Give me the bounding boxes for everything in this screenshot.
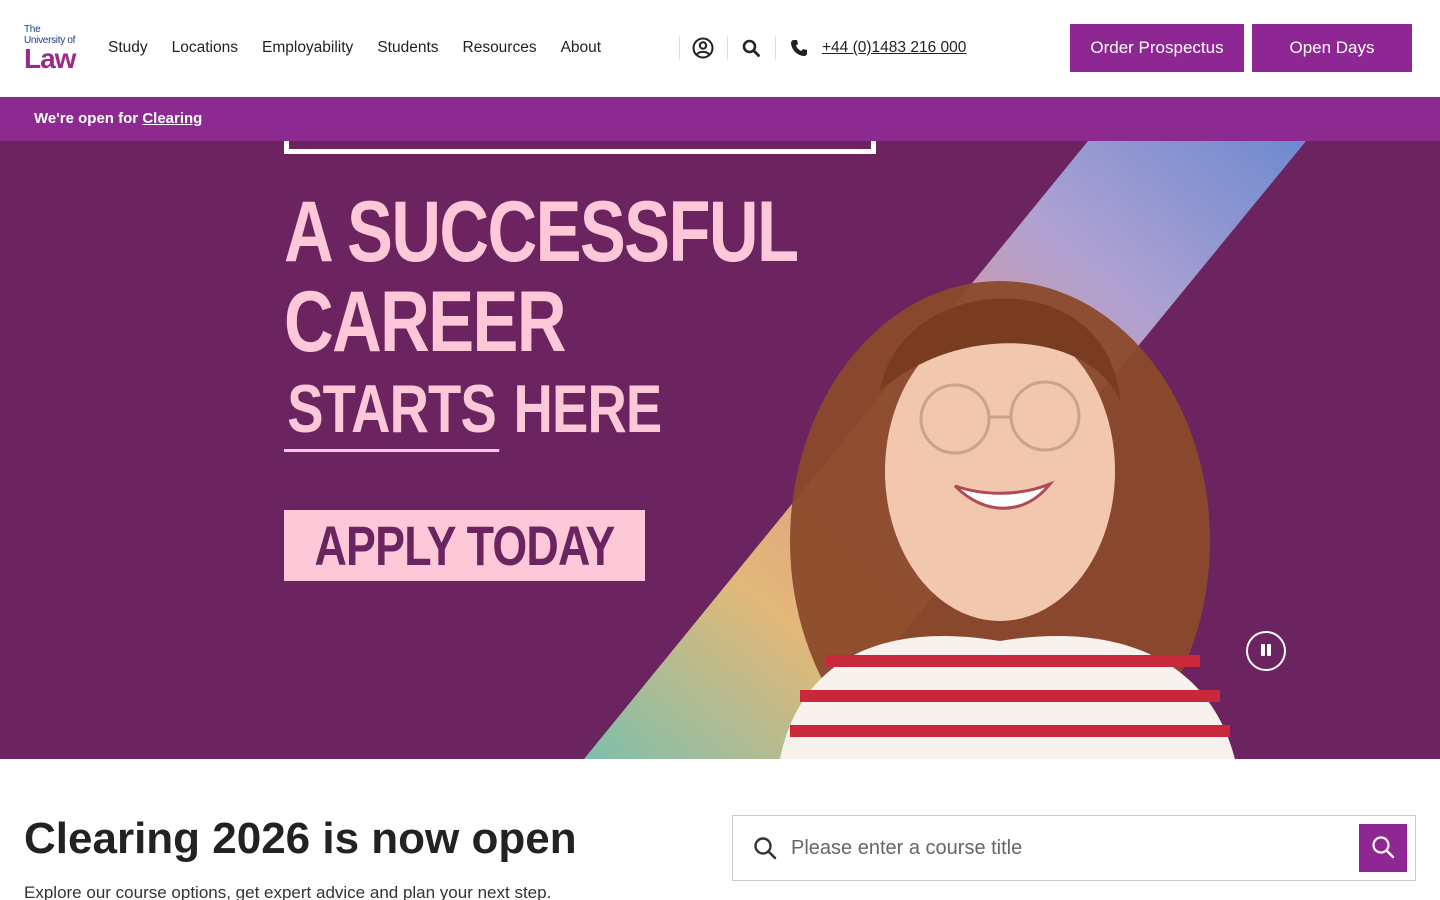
- hero-headline: A SUCCESSFUL CAREER STARTS HERE: [284, 187, 926, 452]
- carousel-pause-button[interactable]: [1246, 631, 1286, 671]
- hero-frame: [284, 141, 876, 154]
- nav-item-resources[interactable]: Resources: [463, 36, 537, 60]
- main-nav: Study Locations Employability Students R…: [108, 36, 625, 60]
- logo-line-1: The: [24, 24, 41, 35]
- order-prospectus-button[interactable]: Order Prospectus: [1070, 24, 1244, 72]
- phone-link[interactable]: +44 (0)1483 216 000: [822, 37, 966, 59]
- search-icon[interactable]: [739, 36, 763, 60]
- apply-today-badge: APPLY TODAY: [284, 510, 645, 581]
- nav-divider: [727, 36, 728, 60]
- nav-item-employability[interactable]: Employability: [262, 36, 353, 60]
- nav-item-study[interactable]: Study: [108, 36, 148, 60]
- course-search: [732, 815, 1416, 881]
- hero-banner[interactable]: A SUCCESSFUL CAREER STARTS HERE APPLY TO…: [0, 141, 1440, 759]
- headline-line-3: STARTS HERE: [284, 369, 797, 452]
- banner-text: We're open for Clearing: [34, 109, 202, 129]
- clearing-link[interactable]: Clearing: [142, 110, 202, 127]
- headline-line-2: CAREER: [284, 274, 567, 370]
- phone-icon: [787, 36, 811, 60]
- search-icon: [1371, 835, 1395, 862]
- search-icon: [753, 836, 777, 860]
- site-header: The University of Law Study Locations Em…: [0, 0, 1440, 97]
- clearing-banner: We're open for Clearing: [0, 97, 1440, 141]
- open-days-button[interactable]: Open Days: [1252, 24, 1412, 72]
- nav-item-locations[interactable]: Locations: [172, 36, 238, 60]
- university-logo[interactable]: The University of Law: [24, 24, 86, 74]
- headline-line-1: A SUCCESSFUL: [284, 184, 799, 280]
- pause-icon: [1259, 643, 1273, 660]
- nav-divider: [679, 36, 680, 60]
- logo-line-3: Law: [24, 43, 76, 74]
- course-search-button[interactable]: [1359, 824, 1407, 872]
- nav-divider: [775, 36, 776, 60]
- apply-today-text: APPLY TODAY: [314, 514, 616, 577]
- headline-line-3-rest: HERE: [499, 371, 662, 447]
- user-circle-icon[interactable]: [691, 36, 715, 60]
- headline-underlined-word: STARTS: [284, 369, 500, 452]
- course-search-input[interactable]: [791, 830, 1351, 866]
- page-subtitle: Explore our course options, get expert a…: [24, 883, 552, 900]
- banner-prefix: We're open for: [34, 110, 143, 127]
- page-title: Clearing 2026 is now open: [24, 814, 577, 863]
- nav-item-students[interactable]: Students: [377, 36, 438, 60]
- nav-item-about[interactable]: About: [561, 36, 602, 60]
